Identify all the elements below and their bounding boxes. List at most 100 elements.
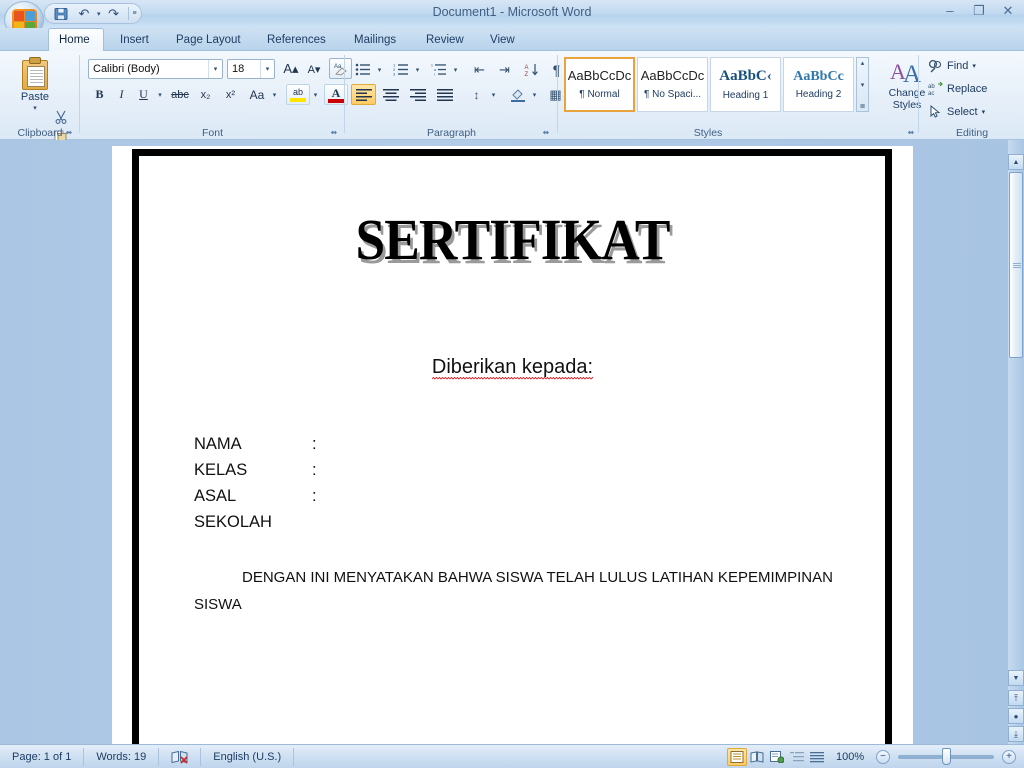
scrollbar-thumb[interactable]: [1009, 172, 1023, 358]
font-color-label: A: [331, 85, 341, 100]
subscript-button[interactable]: x₂: [194, 84, 217, 105]
font-name-combo[interactable]: Calibri (Body) ▾: [88, 59, 223, 79]
grow-font-button[interactable]: A▴: [280, 59, 302, 79]
scroll-up-button[interactable]: ▲: [1008, 154, 1024, 170]
shading-button[interactable]: [506, 84, 529, 105]
zoom-in-button[interactable]: +: [1002, 749, 1016, 764]
document-canvas[interactable]: SERTIFIKAT Diberikan kepada: NAMA : KELA…: [0, 140, 1008, 744]
status-language[interactable]: English (U.S.): [201, 747, 295, 766]
paste-caret-icon[interactable]: ▾: [33, 104, 37, 112]
increase-indent-button[interactable]: ⇥: [493, 59, 516, 80]
select-browse-object-button[interactable]: ●: [1008, 708, 1024, 724]
multilevel-list-button[interactable]: 1 a i: [427, 59, 450, 80]
draft-view-button[interactable]: [807, 748, 827, 766]
change-case-caret-icon[interactable]: ▾: [269, 84, 280, 105]
tab-mailings[interactable]: Mailings: [344, 28, 406, 51]
justify-button[interactable]: [432, 84, 457, 105]
tab-review[interactable]: Review: [416, 28, 474, 51]
close-button[interactable]: ✕: [998, 2, 1018, 19]
change-case-button[interactable]: Aa: [245, 84, 269, 105]
style-name: Heading 1: [722, 89, 769, 101]
find-button[interactable]: Find ▾: [928, 59, 976, 73]
ribbon-group-editing: Find ▾ ab ac Replace Select ▾ Editing: [920, 51, 1024, 140]
minimize-button[interactable]: –: [940, 2, 960, 19]
style-heading-2[interactable]: AaBbCc Heading 2: [783, 57, 854, 112]
shading-caret-icon[interactable]: ▾: [529, 84, 540, 105]
zoom-out-button[interactable]: −: [876, 749, 890, 764]
select-button[interactable]: Select ▾: [928, 105, 985, 119]
align-center-button[interactable]: [378, 84, 403, 105]
style-no-spacing[interactable]: AaBbCcDc ¶ No Spaci...: [637, 57, 708, 112]
numbering-button[interactable]: 1 2 3: [389, 59, 412, 80]
styles-group-label: Styles: [693, 127, 723, 139]
certificate-subtitle: Diberikan kepada:: [112, 356, 913, 380]
previous-page-button[interactable]: ⤒: [1008, 690, 1024, 706]
next-page-button[interactable]: ⤓: [1008, 726, 1024, 742]
replace-button[interactable]: ab ac Replace: [928, 82, 987, 96]
gallery-scroll-down-icon[interactable]: ▾: [861, 81, 865, 89]
shrink-font-button[interactable]: A▾: [303, 59, 325, 79]
clipboard-dialog-launcher[interactable]: ⬌: [64, 128, 74, 138]
highlight-caret-icon[interactable]: ▾: [310, 84, 321, 105]
underline-button[interactable]: U: [133, 84, 154, 105]
svg-text:ac: ac: [928, 91, 934, 96]
align-left-button[interactable]: [351, 84, 376, 105]
paragraph-dialog-launcher[interactable]: ⬌: [541, 128, 551, 138]
status-proofing[interactable]: [159, 747, 202, 766]
decrease-indent-button[interactable]: ⇤: [468, 59, 491, 80]
restore-button[interactable]: ❐: [969, 2, 989, 19]
underline-caret-icon[interactable]: ▾: [154, 84, 166, 105]
status-page[interactable]: Page: 1 of 1: [0, 747, 85, 766]
vertical-scrollbar[interactable]: ▲ ▼ ⤒ ● ⤓: [1008, 140, 1024, 744]
bullets-button[interactable]: [351, 59, 374, 80]
font-dialog-launcher[interactable]: ⬌: [329, 128, 339, 138]
ribbon-group-paragraph: ▾ 1 2 3 ▾ 1 a i ▾ ⇤ ⇥ A Z ↕ ▾ ▾ ▦ Paragr…: [345, 51, 574, 140]
superscript-button[interactable]: x²: [219, 84, 242, 105]
gallery-scroll-up-icon[interactable]: ▴: [861, 59, 865, 67]
zoom-level-label[interactable]: 100%: [836, 751, 868, 763]
line-spacing-button[interactable]: ↕: [465, 84, 488, 105]
tab-view[interactable]: View: [480, 28, 525, 51]
find-label: Find: [947, 60, 969, 72]
strikethrough-button[interactable]: abc: [168, 84, 192, 105]
cut-button[interactable]: [50, 107, 72, 126]
tab-references[interactable]: References: [257, 28, 336, 51]
numbering-caret-icon[interactable]: ▾: [412, 59, 423, 80]
select-caret-icon[interactable]: ▾: [982, 108, 986, 116]
font-name-caret-icon[interactable]: ▾: [208, 60, 222, 78]
certificate-title: SERTIFIKAT: [355, 207, 670, 272]
ribbon-group-font: Calibri (Body) ▾ 18 ▾ A▴ A▾ Aa B I U ▾ a…: [80, 51, 355, 140]
print-layout-view-button[interactable]: [727, 747, 747, 766]
font-size-caret-icon[interactable]: ▾: [260, 60, 274, 78]
styles-dialog-launcher[interactable]: ⬌: [906, 128, 916, 138]
font-size-combo[interactable]: 18 ▾: [227, 59, 275, 79]
svg-text:1: 1: [431, 63, 433, 67]
scroll-down-button[interactable]: ▼: [1008, 670, 1024, 686]
multilevel-caret-icon[interactable]: ▾: [450, 59, 461, 80]
document-page[interactable]: SERTIFIKAT Diberikan kepada: NAMA : KELA…: [112, 146, 913, 744]
bold-button[interactable]: B: [89, 84, 110, 105]
web-layout-view-button[interactable]: [767, 748, 787, 766]
zoom-slider-thumb[interactable]: [942, 747, 951, 765]
title-bar: ↶ ▾ ↷ ≡ Document1 - Microsoft Word – ❐ ✕: [0, 0, 1024, 39]
style-heading-1[interactable]: AaBbC‹ Heading 1: [710, 57, 781, 112]
tab-page-layout[interactable]: Page Layout: [166, 28, 251, 51]
outline-view-button[interactable]: [787, 748, 807, 766]
status-words[interactable]: Words: 19: [84, 747, 160, 766]
gallery-more-icon[interactable]: ≣: [860, 102, 866, 110]
line-spacing-caret-icon[interactable]: ▾: [488, 84, 499, 105]
bullets-caret-icon[interactable]: ▾: [374, 59, 385, 80]
tab-insert[interactable]: Insert: [110, 28, 159, 51]
sort-button[interactable]: A Z: [520, 59, 543, 80]
italic-button[interactable]: I: [111, 84, 132, 105]
full-screen-reading-view-button[interactable]: [747, 748, 767, 766]
text-highlight-button[interactable]: ab: [286, 84, 310, 105]
styles-gallery-scroll[interactable]: ▴ ▾ ≣: [856, 57, 869, 112]
zoom-slider[interactable]: [898, 747, 994, 765]
style-normal[interactable]: AaBbCcDc ¶ Normal: [564, 57, 635, 112]
svg-text:a: a: [434, 68, 436, 72]
align-right-button[interactable]: [405, 84, 430, 105]
style-name: ¶ Normal: [579, 88, 620, 100]
tab-home[interactable]: Home: [48, 28, 104, 51]
find-caret-icon[interactable]: ▾: [972, 62, 976, 70]
